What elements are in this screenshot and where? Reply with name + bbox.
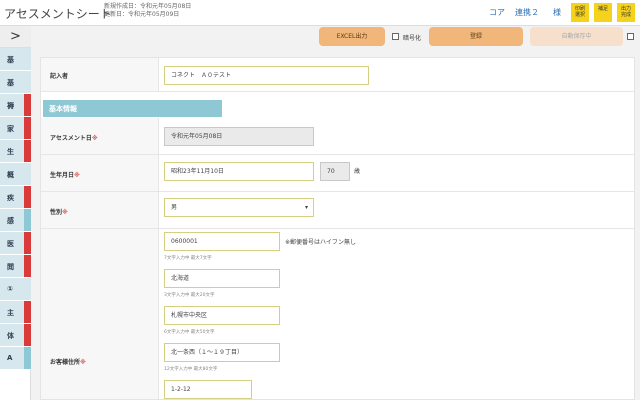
status-bar [24,140,31,162]
autosave-checkbox[interactable] [627,33,634,40]
sidebar-item-1[interactable]: 基 [0,71,31,94]
age-field: 70 [320,162,350,181]
sidebar-item-label: 疾 [7,194,14,202]
birth-date-field[interactable]: 昭和23年11月10日 [164,162,314,181]
sidebar-item-label: 感 [7,217,14,225]
birth-label: 生年月日※ [50,172,80,179]
section-title: 基本情報 [49,105,77,113]
sidebar-item-8[interactable]: 医 [0,232,31,255]
prefecture-hint: 3文字入力中 最大20文字 [164,293,215,298]
toolbar: EXCEL出力 暗号化 登録 自動保存中 [31,26,640,48]
sidebar-item-label: 概 [7,171,14,179]
assessment-form: 記入者 コネクト Ａ０テスト 基本情報 アセスメント日※ 令和元年05月08日 … [40,57,635,400]
sidebar-item-label: 褥 [7,102,14,110]
status-bar [24,186,31,208]
renkei-link[interactable]: 連携２ [515,7,539,18]
sidebar-toggle-icon[interactable]: > [0,26,31,48]
sidebar: > 基基褥家生概疾感医閲①主体A [0,26,31,400]
record-dates: 新規作成日：令和元年05月08日 更新日：令和元年05月09日 [104,3,191,19]
encrypt-label: 暗号化 [403,35,422,42]
output-complete-icon[interactable]: 出力 完成 [617,3,635,22]
sidebar-item-12[interactable]: 体 [0,324,31,347]
sidebar-item-label: 閲 [7,263,14,271]
status-bar [24,347,31,369]
chevron-down-icon: ▾ [304,204,308,211]
print-select-icon[interactable]: 印刷 選択 [571,3,589,22]
status-bar [24,209,31,231]
sidebar-item-6[interactable]: 疾 [0,186,31,209]
core-link[interactable]: コア [489,7,505,18]
entrant-row: 記入者 コネクト Ａ０テスト [41,58,634,92]
block-field[interactable]: 1-2-12 [164,380,252,399]
register-button[interactable]: 登録 [429,27,523,46]
section-header-basic-info: 基本情報 [43,100,222,117]
sidebar-item-label: 生 [7,148,14,156]
sidebar-item-10[interactable]: ① [0,278,31,301]
sidebar-item-label: ① [7,285,13,293]
sidebar-item-label: 体 [7,332,14,340]
excel-export-button[interactable]: EXCEL出力 [319,27,385,46]
assess-date-field: 令和元年05月08日 [164,127,314,146]
created-date: 新規作成日：令和元年05月08日 [104,3,192,10]
sidebar-item-9[interactable]: 閲 [0,255,31,278]
app-header: アセスメントシート 新規作成日：令和元年05月08日 更新日：令和元年05月09… [0,0,640,26]
gender-row: 性別※ 男 ▾ [41,192,634,229]
postal-code-field[interactable]: 0600001 [164,232,280,251]
sidebar-item-11[interactable]: 主 [0,301,31,324]
sidebar-item-13[interactable]: A [0,347,31,370]
autosave-button[interactable]: 自動保存中 [530,27,623,46]
city-field[interactable]: 札幌市中央区 [164,306,280,325]
assess-date-row: アセスメント日※ 令和元年05月08日 [41,118,634,155]
assess-date-label: アセスメント日※ [50,135,98,142]
sidebar-item-label: 基 [7,56,14,64]
sidebar-item-label: 医 [7,240,14,248]
postal-note: ※郵便番号はハイフン無し [285,239,357,246]
supplement-icon[interactable]: 補足 [594,3,612,22]
town-hint: 12文字入力中 最大80文字 [164,367,218,372]
gender-label: 性別※ [50,209,68,216]
prefecture-field[interactable]: 北海道 [164,269,280,288]
postal-hint: 7文字入力中 最大7文字 [164,256,212,261]
entrant-field[interactable]: コネクト Ａ０テスト [164,66,369,85]
sidebar-item-5[interactable]: 概 [0,163,31,186]
town-field[interactable]: 北一条西（１～１９丁目） [164,343,280,362]
sidebar-item-label: 基 [7,79,14,87]
sidebar-item-label: 家 [7,125,14,133]
status-bar [24,94,31,116]
sidebar-item-label: A [7,354,13,362]
address-label: お客様住所※ [50,359,86,366]
sidebar-item-2[interactable]: 褥 [0,94,31,117]
sidebar-item-7[interactable]: 感 [0,209,31,232]
page-title: アセスメントシート [4,7,112,21]
status-bar [24,255,31,277]
encrypt-checkbox[interactable] [392,33,399,40]
entrant-label: 記入者 [50,73,69,80]
city-hint: 6文字入力中 最大50文字 [164,330,215,335]
status-bar [24,232,31,254]
sidebar-item-4[interactable]: 生 [0,140,31,163]
age-unit: 歳 [354,168,361,175]
updated-date: 更新日：令和元年05月09日 [104,11,180,18]
status-bar [24,301,31,323]
sidebar-item-0[interactable]: 基 [0,48,31,71]
sidebar-item-3[interactable]: 家 [0,117,31,140]
status-bar [24,117,31,139]
customer-link[interactable]: 様 [553,7,561,18]
birth-row: 生年月日※ 昭和23年11月10日 70 歳 [41,155,634,192]
address-row: お客様住所※ 0600001 ※郵便番号はハイフン無し 7文字入力中 最大7文字… [41,229,634,399]
gender-select[interactable]: 男 ▾ [164,198,314,217]
status-bar [24,324,31,346]
sidebar-item-label: 主 [7,309,14,317]
